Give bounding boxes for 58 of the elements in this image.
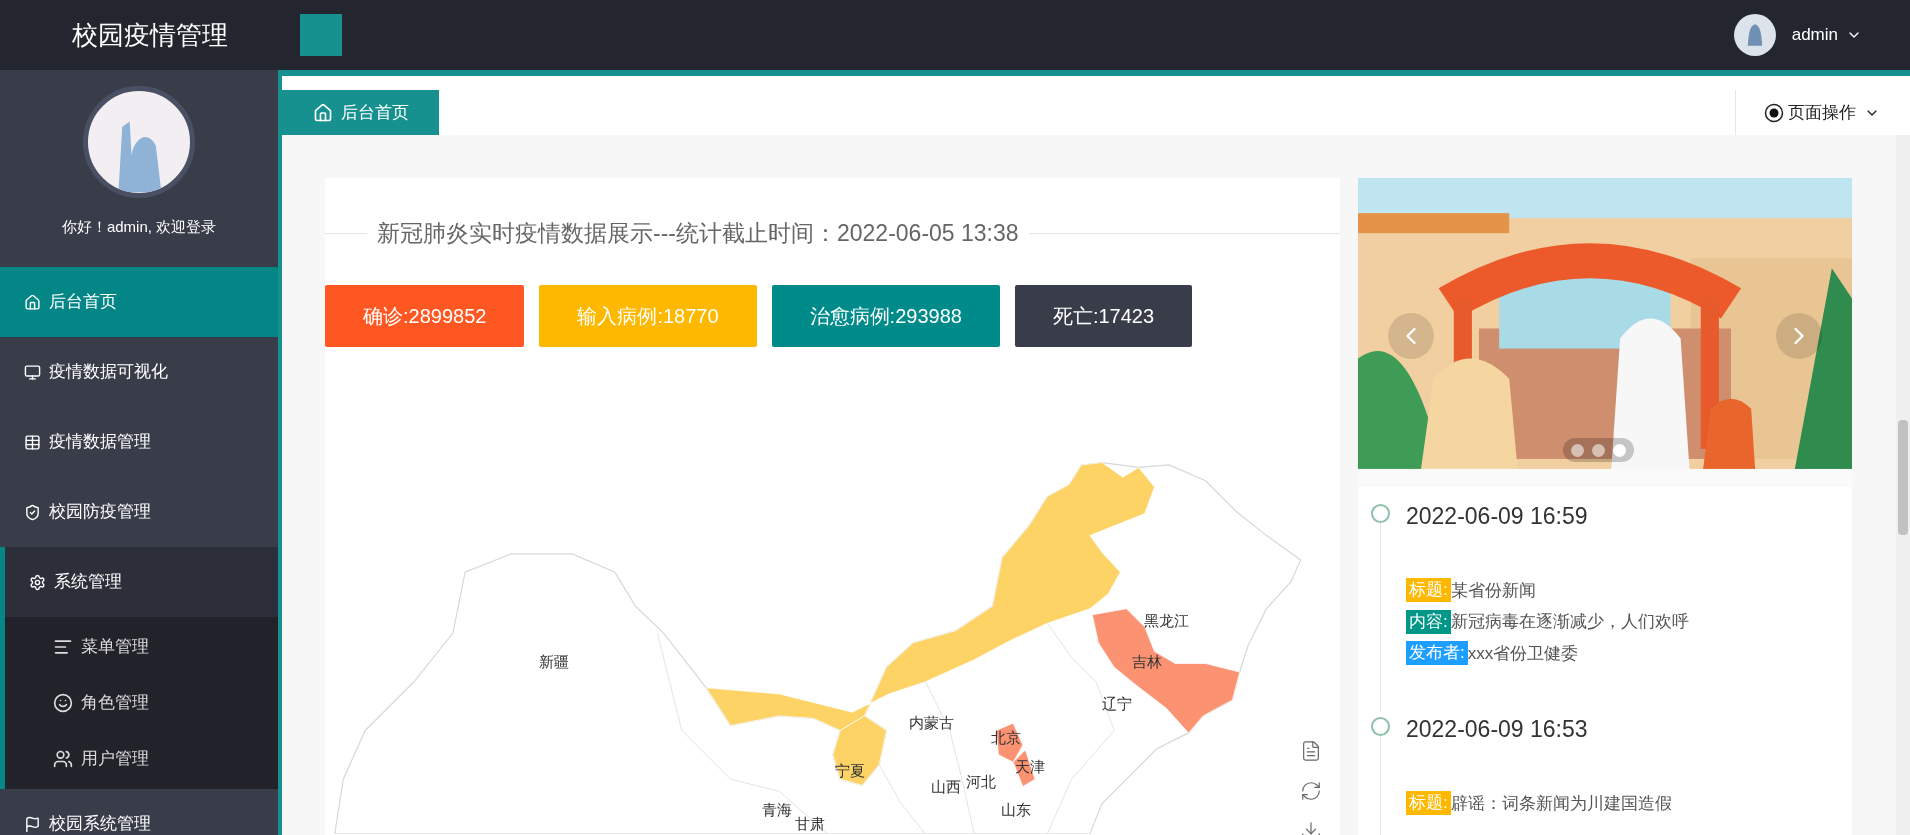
sidebar-item[interactable]: 后台首页: [0, 267, 278, 337]
refresh-icon[interactable]: [1300, 780, 1322, 802]
page-tab[interactable]: 后台首页: [282, 90, 439, 135]
timeline-time: 2022-06-09 16:59: [1406, 502, 1589, 531]
region-label: 山东: [1000, 801, 1031, 818]
carousel-next-button[interactable]: [1776, 313, 1822, 359]
stat-badge: 死亡:17423: [1014, 284, 1193, 347]
field-value: 某省份新闻: [1450, 579, 1536, 602]
menu-item-icon: [24, 293, 41, 311]
region-label: 河北: [966, 773, 997, 790]
menu-item-icon: [24, 433, 41, 451]
user-menu[interactable]: admin: [1791, 22, 1862, 48]
field-label: 发布者:: [1406, 641, 1468, 666]
submenu-item[interactable]: 角色管理: [5, 675, 278, 731]
app-title: 校园疫情管理: [72, 18, 228, 52]
menu-item-icon: [24, 363, 41, 381]
welcome-text: 你好！admin, 欢迎登录: [61, 217, 217, 237]
submenu-icon: [53, 749, 73, 769]
submenu-item[interactable]: 菜单管理: [5, 619, 278, 675]
region-label: 辽宁: [1101, 695, 1132, 712]
field-value: 新冠病毒在逐渐减少，人们欢呼: [1450, 611, 1689, 633]
submenu-icon: [53, 693, 73, 713]
field-label: 内容:: [1406, 609, 1451, 634]
region-label: 山西: [931, 778, 962, 795]
data-view-icon[interactable]: [1300, 740, 1322, 762]
timeline-time: 2022-06-09 16:53: [1406, 715, 1589, 744]
region-label: 吉林: [1132, 653, 1163, 670]
submenu-icon: [53, 637, 73, 657]
region-label: 新疆: [538, 653, 569, 670]
stat-badge: 确诊:2899852: [325, 284, 525, 347]
field-label: 标题:: [1406, 791, 1451, 816]
home-icon: [312, 102, 333, 123]
page-actions-menu[interactable]: 页面操作: [1764, 99, 1880, 126]
region-label: 青海: [761, 801, 792, 818]
menu-item-icon: [29, 573, 46, 591]
region-label: 甘肃: [794, 815, 825, 832]
region-label: 内蒙古: [909, 714, 955, 731]
timeline-node: [1370, 717, 1390, 736]
field-label: 标题:: [1406, 578, 1451, 603]
timeline-node: [1370, 504, 1390, 523]
stat-badge: 治愈病例:293988: [771, 284, 1000, 347]
field-value: xxx省份卫健委: [1467, 642, 1579, 665]
menu-item-icon: [24, 503, 41, 521]
sidebar-item[interactable]: 疫情数据管理: [0, 407, 278, 477]
menu-item-icon: [24, 815, 41, 833]
submenu-item[interactable]: 用户管理: [5, 731, 278, 787]
stat-badge: 输入病例:18770: [539, 284, 757, 347]
sidebar-item[interactable]: 疫情数据可视化: [0, 337, 278, 407]
region-label: 黑龙江: [1144, 612, 1190, 629]
region-label: 天津: [1015, 758, 1046, 775]
user-avatar[interactable]: [1733, 14, 1776, 56]
field-value: 辟谣：词条新闻为川建国造假: [1450, 792, 1672, 815]
sidebar-item[interactable]: 校园防疫管理: [0, 477, 278, 547]
panel-title: 新冠肺炎实时疫情数据展示---统计截止时间：2022-06-05 13:38: [376, 219, 1020, 248]
sidebar-item[interactable]: 校园系统管理: [0, 789, 278, 835]
radio-dot-icon: [1764, 102, 1784, 123]
menu-toggle-button[interactable]: [300, 14, 342, 56]
sidebar-item[interactable]: 系统管理: [0, 547, 278, 617]
